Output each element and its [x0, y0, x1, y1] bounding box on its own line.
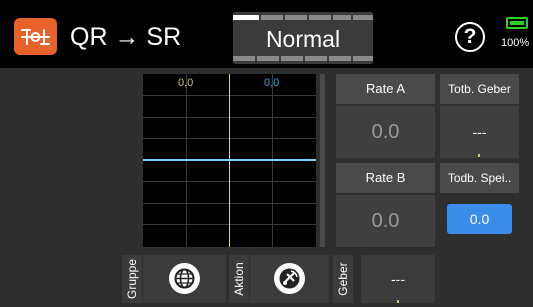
- flight-mode-selector[interactable]: Normal: [233, 12, 373, 64]
- flight-mode-label: Normal: [265, 26, 341, 52]
- totb-geber-value: ---: [472, 124, 487, 140]
- rate-a-value[interactable]: 0.0: [336, 106, 435, 158]
- totb-geber-button[interactable]: ---: [440, 106, 519, 158]
- mode-indicator: [333, 15, 351, 20]
- graph-scrollbar[interactable]: [320, 74, 325, 247]
- todb-spei-header: Todb. Spei..: [440, 163, 519, 193]
- totb-geber-label: Totb. Geber: [448, 82, 511, 96]
- todb-spei-label: Todb. Spei..: [447, 171, 512, 185]
- battery-level: 100%: [501, 37, 530, 49]
- aktion-button[interactable]: [250, 255, 329, 303]
- gruppe-label: Gruppe: [125, 258, 139, 300]
- mode-indicator: [285, 15, 307, 20]
- gruppe-label-box: Gruppe: [122, 255, 142, 303]
- geber-value: ---: [391, 271, 405, 287]
- rate-a-header[interactable]: Rate A: [336, 74, 435, 118]
- rate-b-header[interactable]: Rate B: [336, 163, 435, 193]
- mode-indicator: [353, 15, 373, 20]
- geber-button[interactable]: ---: [361, 255, 435, 303]
- mode-indicator: [309, 15, 331, 20]
- mixer-app-icon[interactable]: [14, 18, 57, 55]
- header-bar: QR → SR Normal ? 100%: [0, 0, 533, 68]
- rate-b-label: Rate B: [365, 170, 406, 185]
- mixer-curve-line: [143, 159, 316, 161]
- globe-icon: [169, 263, 200, 294]
- help-icon[interactable]: ?: [455, 22, 485, 52]
- mode-bottom-ticks: [233, 56, 373, 61]
- geber-label: Geber: [336, 262, 350, 296]
- aktion-label: Aktion: [232, 262, 246, 296]
- rate-a-label: Rate A: [365, 81, 406, 96]
- graph-value-right: 0,0: [264, 77, 280, 89]
- battery-icon: [506, 17, 528, 29]
- control-position-tick: [397, 300, 399, 303]
- mixer-curve-graph[interactable]: 0,0 0,0: [143, 74, 316, 247]
- gruppe-button[interactable]: [143, 255, 226, 303]
- mode-indicator-active: [233, 15, 259, 20]
- todb-spei-value[interactable]: 0.0: [447, 204, 512, 234]
- rate-b-value[interactable]: 0.0: [336, 195, 435, 247]
- page-title: QR → SR: [70, 23, 182, 51]
- mode-indicator: [261, 15, 283, 20]
- control-position-tick: [478, 154, 480, 157]
- graph-value-left: 0,0: [178, 77, 194, 89]
- aktion-label-box: Aktion: [229, 255, 249, 303]
- geber-label-box: Geber: [333, 255, 353, 303]
- totb-geber-header: Totb. Geber: [440, 74, 519, 104]
- satellite-icon: [274, 263, 305, 294]
